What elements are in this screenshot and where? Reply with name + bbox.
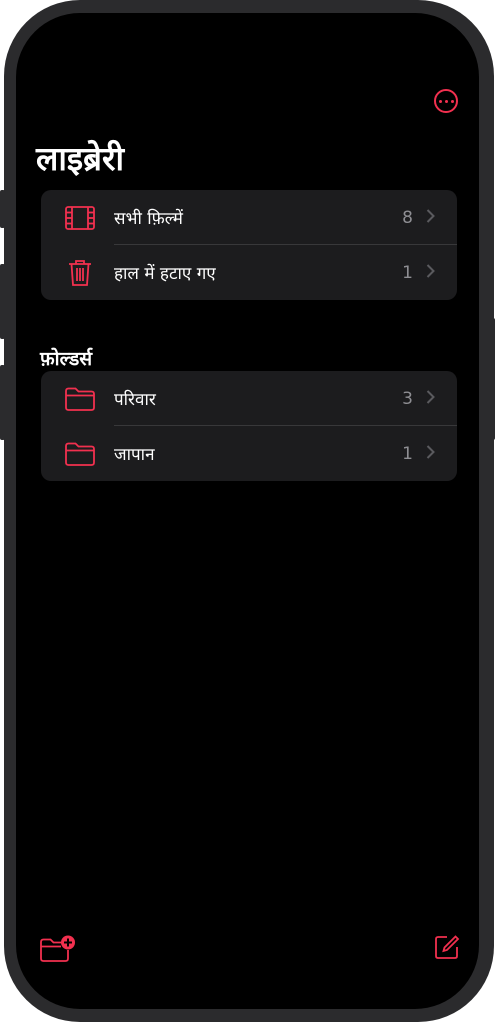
compose-icon[interactable] <box>434 934 460 964</box>
ellipsis-circle-icon[interactable] <box>434 89 458 113</box>
trash-icon <box>68 259 92 287</box>
folders-heading: फ़ोल्डर्स <box>40 348 93 370</box>
library-group: सभी फ़िल्में 8 हाल में हटाए गए 1 <box>41 190 457 300</box>
chevron-right-icon <box>426 389 435 408</box>
screen: लाइब्रेरी सभी फ़िल्में 8 हाल में हटाए गए… <box>16 13 479 1009</box>
row-all-films[interactable]: सभी फ़िल्में 8 <box>41 190 457 245</box>
row-label: सभी फ़िल्में <box>114 209 183 229</box>
chevron-right-icon <box>426 444 435 463</box>
volume-up-button <box>0 264 5 339</box>
row-count: 8 <box>402 207 413 228</box>
chevron-right-icon <box>426 263 435 282</box>
folders-group: परिवार 3 जापान 1 <box>41 371 457 481</box>
row-count: 3 <box>402 388 413 409</box>
row-label: परिवार <box>114 390 156 410</box>
chevron-right-icon <box>426 208 435 227</box>
power-button <box>490 318 495 440</box>
film-icon <box>65 205 95 230</box>
row-count: 1 <box>402 262 413 283</box>
row-label: हाल में हटाए गए <box>114 264 216 284</box>
row-folder-japan[interactable]: जापान 1 <box>41 426 457 481</box>
folder-icon <box>65 387 95 411</box>
volume-down-button <box>0 365 5 440</box>
row-count: 1 <box>402 443 413 464</box>
mute-switch <box>0 190 5 228</box>
row-recently-deleted[interactable]: हाल में हटाए गए 1 <box>41 245 457 300</box>
folder-icon <box>65 442 95 466</box>
page-title: लाइब्रेरी <box>36 139 125 178</box>
new-folder-icon[interactable] <box>40 935 76 967</box>
row-folder-family[interactable]: परिवार 3 <box>41 371 457 426</box>
row-label: जापान <box>114 445 155 465</box>
